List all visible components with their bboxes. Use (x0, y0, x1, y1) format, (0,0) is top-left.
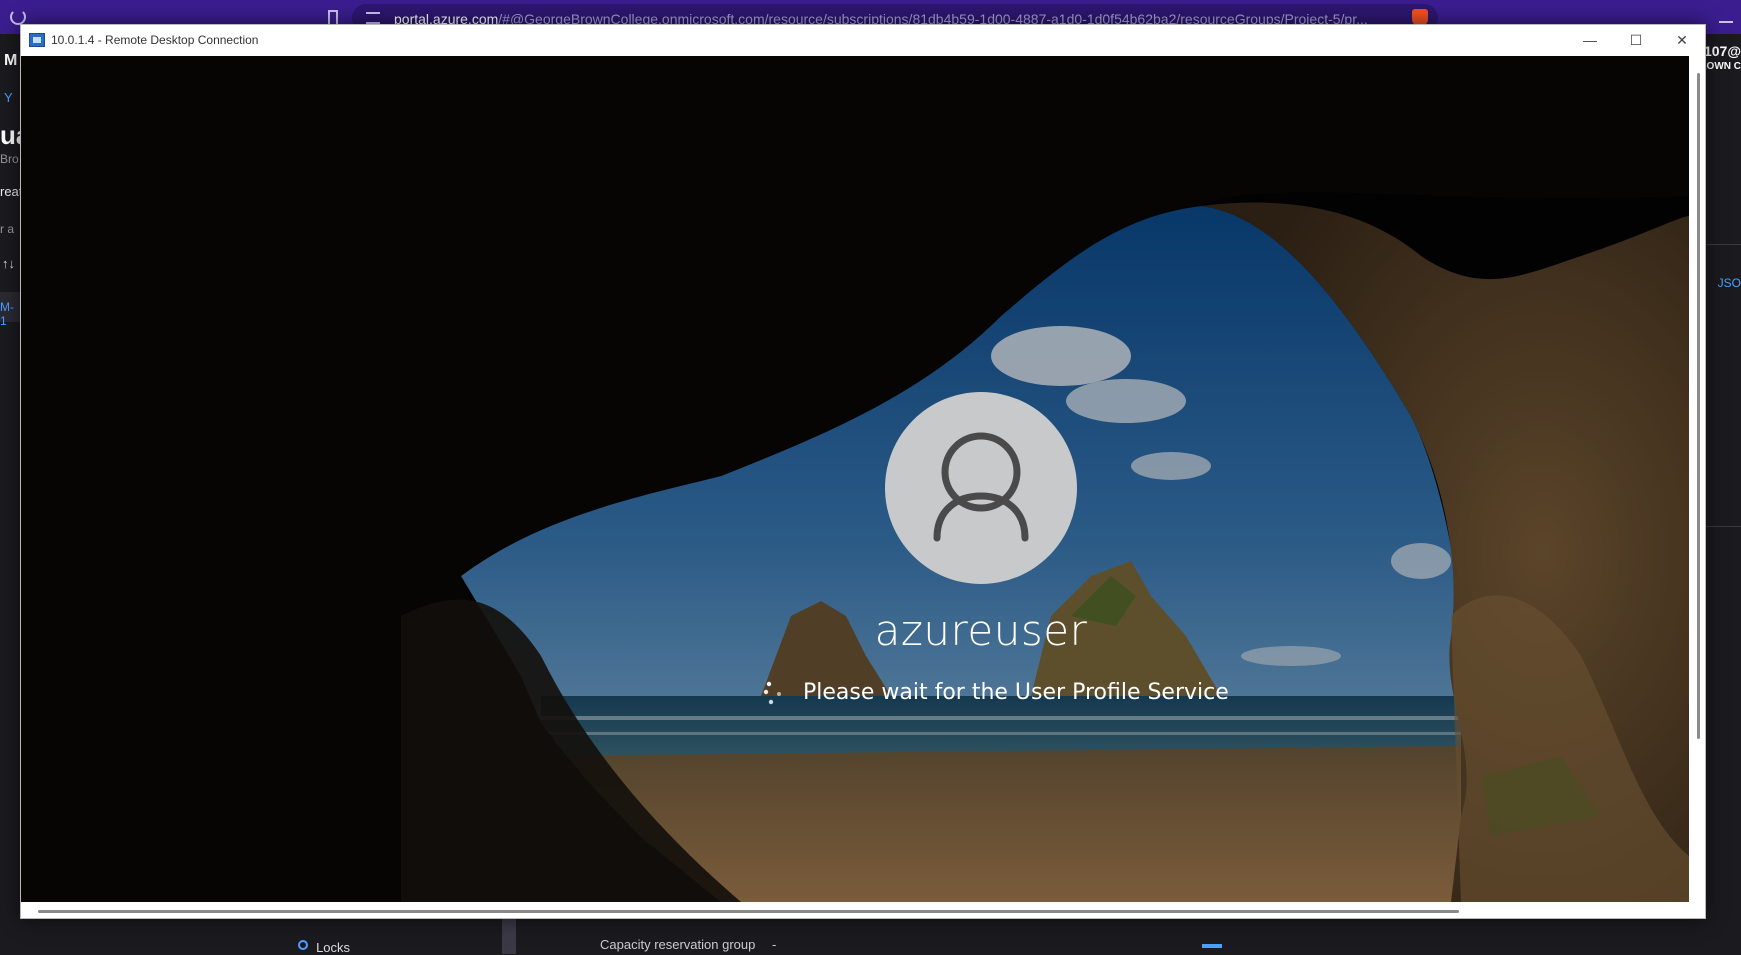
json-view-link[interactable]: JSO (1718, 276, 1741, 290)
lock-screen-background (21, 56, 1689, 902)
horizontal-scrollbar[interactable] (38, 910, 1459, 913)
minimize-button[interactable]: — (1567, 25, 1613, 56)
rdp-titlebar[interactable]: 10.0.1.4 - Remote Desktop Connection — ☐… (21, 25, 1705, 56)
remote-desktop-window[interactable]: 10.0.1.4 - Remote Desktop Connection — ☐… (20, 24, 1706, 919)
divider (1705, 244, 1741, 245)
user-avatar (885, 392, 1077, 584)
remote-lock-screen[interactable]: azureuser Please wait for the User Profi… (21, 56, 1689, 902)
panel-divider (502, 914, 516, 954)
user-icon (933, 432, 1029, 542)
username-label: azureuser (874, 606, 1088, 655)
capacity-reservation-value: - (772, 937, 777, 952)
loading-spinner-icon (763, 681, 781, 705)
lock-icon (298, 940, 308, 950)
portal-brand-fragment: M (4, 52, 18, 69)
status-indicator (1202, 944, 1222, 948)
vertical-scrollbar[interactable] (1697, 73, 1700, 739)
page-subtitle: Bro (0, 152, 19, 166)
divider (1705, 526, 1741, 527)
status-text: Please wait for the User Profile Service (803, 680, 1229, 705)
sort-icon[interactable]: ↑↓ (2, 256, 15, 271)
download-icon[interactable] (1719, 9, 1733, 23)
capacity-reservation-label: Capacity reservation group (600, 937, 756, 952)
reload-icon[interactable] (10, 9, 26, 25)
close-button[interactable]: ✕ (1659, 25, 1705, 56)
breadcrumb[interactable]: Y (4, 90, 13, 105)
filter-input[interactable]: r a (0, 222, 14, 236)
site-settings-icon[interactable] (366, 12, 380, 24)
remote-desktop-icon (29, 33, 45, 47)
bookmark-icon[interactable] (328, 10, 338, 24)
maximize-button[interactable]: ☐ (1613, 25, 1659, 56)
rdp-window-title: 10.0.1.4 - Remote Desktop Connection (51, 33, 259, 47)
resource-row[interactable]: M-1 (0, 292, 20, 328)
